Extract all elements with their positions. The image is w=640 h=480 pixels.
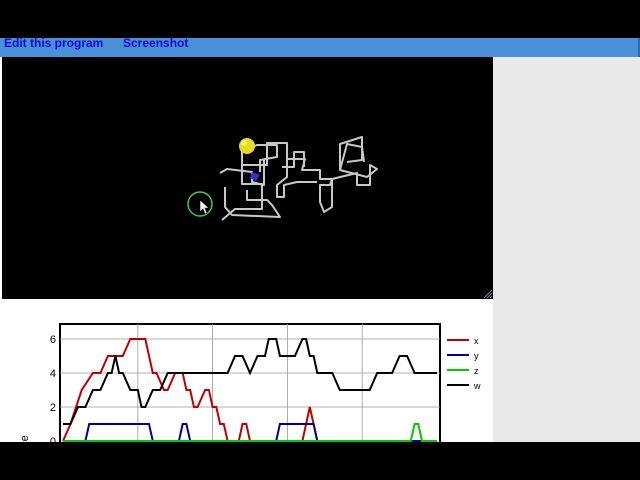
chart-legend: xyzw <box>447 336 481 391</box>
edit-program-link[interactable]: Edit this program <box>4 36 103 50</box>
path-segment <box>224 187 281 218</box>
y-axis-label: ce <box>19 435 31 442</box>
ball-highlight <box>241 140 247 146</box>
path-segment <box>276 159 317 198</box>
y-tick-label: 4 <box>50 368 56 380</box>
path-segment <box>339 136 363 170</box>
3d-scene-canvas[interactable] <box>2 57 493 299</box>
line-chart: 0246 ce xyzw <box>19 323 481 455</box>
legend-label-w: w <box>473 381 481 391</box>
cursor-icon <box>187 191 213 217</box>
ball <box>239 138 255 154</box>
3d-scene <box>187 136 378 221</box>
y-tick-label: 2 <box>50 402 56 414</box>
legend-label-y: y <box>474 351 479 361</box>
program-toolbar: Edit this program Screenshot <box>0 36 640 58</box>
right-panel <box>493 57 640 442</box>
legend-label-x: x <box>474 336 479 346</box>
graph-area: 0246 ce xyzw <box>0 299 493 455</box>
y-tick-label: 6 <box>50 334 56 346</box>
program-output: 0246 ce xyzw <box>0 57 640 455</box>
bottom-bar <box>0 442 640 480</box>
screenshot-link[interactable]: Screenshot <box>123 36 188 50</box>
resize-grip-icon[interactable] <box>484 290 492 298</box>
legend-label-z: z <box>474 366 479 376</box>
y-axis-ticks: 0246 <box>50 334 56 448</box>
pointer-arrow <box>199 199 210 215</box>
